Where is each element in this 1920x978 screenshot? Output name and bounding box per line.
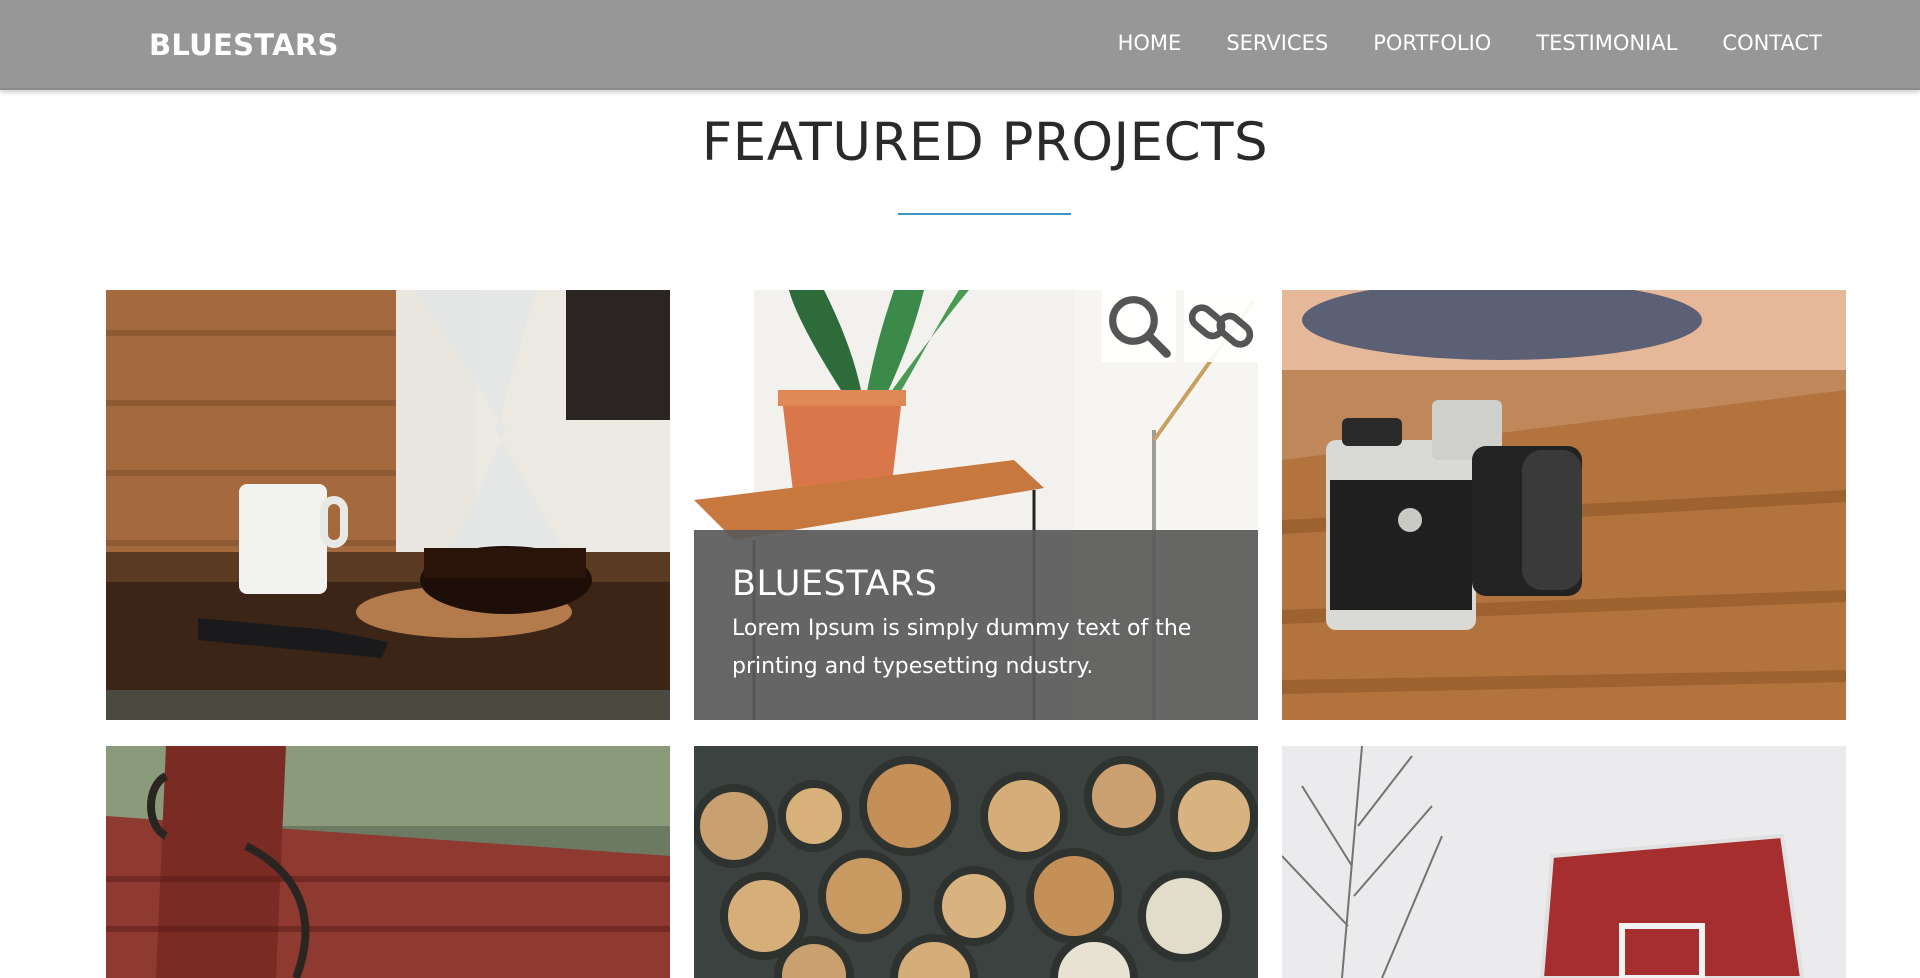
zoom-button[interactable] (1102, 290, 1176, 362)
tile-actions (1102, 290, 1258, 362)
camera-photo (1282, 290, 1846, 720)
coffee-photo (106, 290, 670, 720)
open-link-button[interactable] (1184, 290, 1258, 362)
portfolio-tile-logs[interactable] (694, 746, 1258, 978)
portfolio-tile-camera[interactable] (1282, 290, 1846, 720)
main-nav: HOME SERVICES PORTFOLIO TESTIMONIAL CONT… (1118, 31, 1822, 55)
top-navbar: BLUESTARS HOME SERVICES PORTFOLIO TESTIM… (0, 0, 1920, 90)
portfolio-tile-plant[interactable]: BLUESTARS Lorem Ipsum is simply dummy te… (694, 290, 1258, 720)
search-icon (1109, 296, 1171, 358)
nav-testimonial[interactable]: TESTIMONIAL (1536, 31, 1677, 55)
portfolio-tile-wagon[interactable] (106, 746, 670, 978)
hoop-photo (1282, 746, 1846, 978)
nav-services[interactable]: SERVICES (1226, 31, 1328, 55)
nav-portfolio[interactable]: PORTFOLIO (1373, 31, 1491, 55)
portfolio-tile-coffee[interactable] (106, 290, 670, 720)
section-title: FEATURED PROJECTS (701, 112, 1269, 173)
caption-title: BLUESTARS (732, 564, 938, 604)
nav-contact[interactable]: CONTACT (1722, 31, 1822, 55)
caption-text: Lorem Ipsum is simply dummy text of the … (732, 616, 1192, 679)
tile-caption: BLUESTARS Lorem Ipsum is simply dummy te… (694, 530, 1258, 720)
title-underline (898, 213, 1071, 215)
portfolio-tile-hoop[interactable] (1282, 746, 1846, 978)
logs-photo (694, 746, 1258, 978)
wagon-photo (106, 746, 670, 978)
link-icon (1188, 304, 1254, 348)
nav-home[interactable]: HOME (1118, 31, 1182, 55)
brand-logo[interactable]: BLUESTARS (149, 28, 339, 62)
